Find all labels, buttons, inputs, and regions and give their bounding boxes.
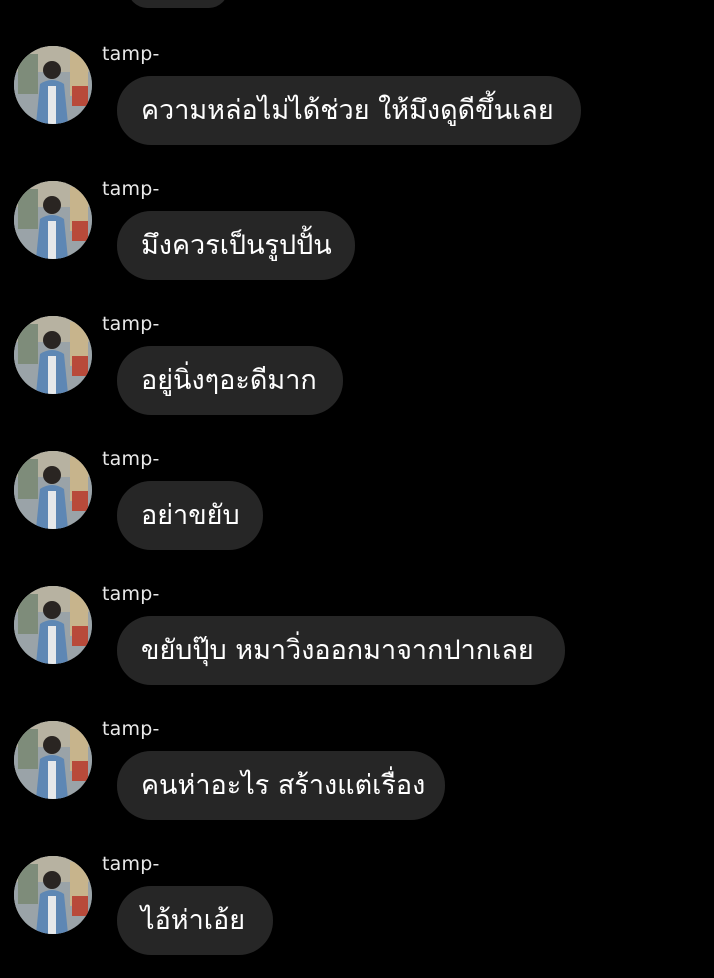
sender-name: tamp- [102, 853, 160, 875]
message-row: tamp- อย่าขยับ [0, 447, 714, 567]
message-row: tamp- ไอ้ห่าเอ้ย [0, 852, 714, 972]
message-row: tamp- ขยับปุ๊บ หมาวิ่งออกมาจากปากเลย [0, 582, 714, 702]
message-text: ไอ้ห่าเอ้ย [141, 904, 246, 936]
avatar[interactable] [14, 46, 92, 124]
avatar[interactable] [14, 721, 92, 799]
avatar-photo [14, 721, 92, 799]
message-bubble[interactable]: ไอ้ห่าเอ้ย [117, 886, 273, 955]
message-bubble[interactable]: ขยับปุ๊บ หมาวิ่งออกมาจากปากเลย [117, 616, 565, 685]
message-text: คนห่าอะไร สร้างแต่เรื่อง [141, 769, 426, 801]
message-row: tamp- มึงควรเป็นรูปปั้น [0, 177, 714, 297]
avatar[interactable] [14, 586, 92, 664]
avatar[interactable] [14, 316, 92, 394]
avatar-photo [14, 586, 92, 664]
message-bubble[interactable]: ความหล่อไม่ได้ช่วย ให้มึงดูดีขึ้นเลย [117, 76, 581, 145]
chat-thread: tamp- ความหล่อไม่ได้ช่วย ให้มึงดูดีขึ้นเ… [0, 0, 714, 978]
sender-name: tamp- [102, 583, 160, 605]
avatar[interactable] [14, 451, 92, 529]
message-row: tamp- อยู่นิ่งๆอะดีมาก [0, 312, 714, 432]
sender-name: tamp- [102, 43, 160, 65]
sender-name: tamp- [102, 718, 160, 740]
avatar[interactable] [14, 181, 92, 259]
message-text: ขยับปุ๊บ หมาวิ่งออกมาจากปากเลย [141, 634, 534, 666]
message-bubble[interactable]: คนห่าอะไร สร้างแต่เรื่อง [117, 751, 445, 820]
message-text: ความหล่อไม่ได้ช่วย ให้มึงดูดีขึ้นเลย [141, 94, 554, 126]
avatar[interactable] [14, 856, 92, 934]
message-text: มึงควรเป็นรูปปั้น [141, 229, 332, 261]
message-bubble[interactable]: อย่าขยับ [117, 481, 263, 550]
avatar-photo [14, 46, 92, 124]
message-bubble[interactable]: อยู่นิ่งๆอะดีมาก [117, 346, 343, 415]
avatar-photo [14, 316, 92, 394]
message-row: tamp- คนห่าอะไร สร้างแต่เรื่อง [0, 717, 714, 837]
avatar-photo [14, 181, 92, 259]
previous-message-bubble[interactable] [128, 0, 228, 8]
message-bubble[interactable]: มึงควรเป็นรูปปั้น [117, 211, 355, 280]
message-row: tamp- ความหล่อไม่ได้ช่วย ให้มึงดูดีขึ้นเ… [0, 42, 714, 162]
avatar-photo [14, 451, 92, 529]
sender-name: tamp- [102, 178, 160, 200]
message-text: อยู่นิ่งๆอะดีมาก [141, 364, 317, 396]
avatar-photo [14, 856, 92, 934]
message-text: อย่าขยับ [141, 499, 240, 531]
sender-name: tamp- [102, 448, 160, 470]
sender-name: tamp- [102, 313, 160, 335]
